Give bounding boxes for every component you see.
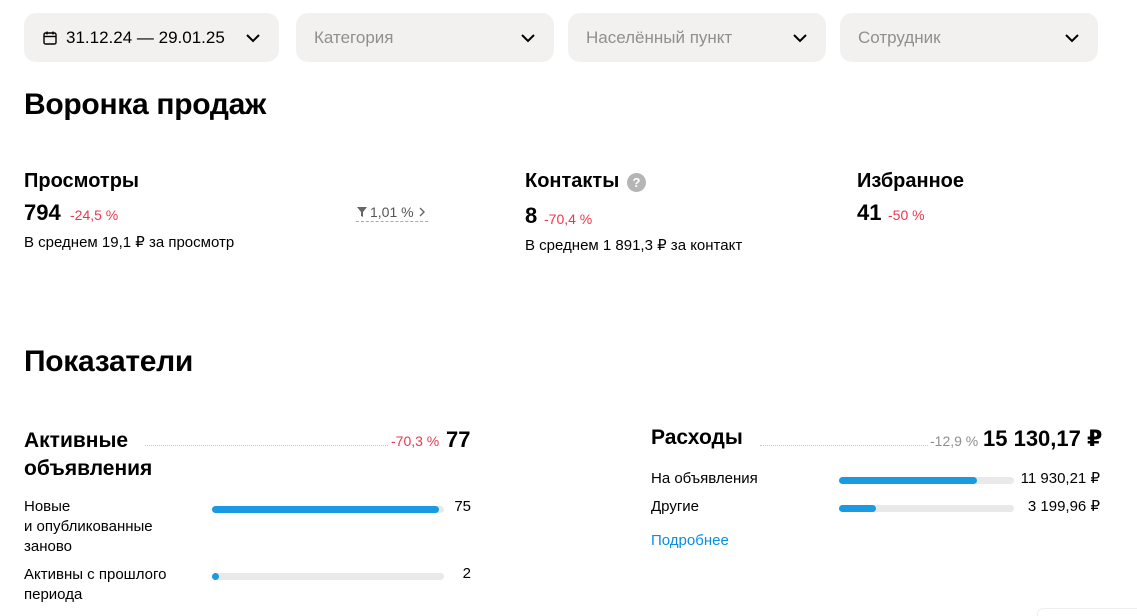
active-listings-label-line2: объявления (24, 457, 153, 480)
help-icon[interactable]: ? (627, 173, 646, 192)
new-listings-label-line: Новые (24, 498, 71, 515)
funnel-title: Воронка продаж (24, 88, 266, 121)
active-listings-label: Активные объявления (24, 427, 152, 483)
category-filter-label: Категория (314, 27, 394, 47)
contacts-label: Контакты (525, 170, 620, 192)
ads-expense-label: На объявления (651, 470, 758, 487)
funnel-icon (357, 207, 367, 217)
employee-filter-label: Сотрудник (858, 27, 941, 47)
active-listings-delta: -70,3 % (391, 433, 440, 449)
conversion-value: 1,01 % (370, 204, 414, 220)
other-expense-value: 3 199,96 ₽ (1027, 498, 1100, 515)
expenses-label: Расходы (651, 426, 743, 449)
carried-listings-bar-fill (212, 573, 219, 580)
ads-expense-bar (839, 477, 1014, 484)
panel-corner (1037, 608, 1137, 616)
contacts-delta: -70,4 % (544, 211, 593, 227)
carried-listings-label-line: периода (24, 586, 83, 603)
views-average: В среднем 19,1 ₽ за просмотр (24, 234, 235, 251)
other-expense-bar (839, 505, 1014, 512)
chevron-right-icon (419, 207, 425, 217)
metrics-title: Показатели (24, 345, 194, 378)
date-range-filter[interactable]: 31.12.24 — 29.01.25 (24, 13, 279, 62)
carried-listings-label-line: Активны с прошлого (24, 566, 167, 583)
expenses-value: 15 130,17 ₽ (983, 426, 1103, 451)
city-filter[interactable]: Населённый пункт (568, 13, 826, 62)
chevron-down-icon (246, 33, 260, 42)
carried-listings-label: Активны с прошлого периода (24, 565, 166, 605)
new-listings-value: 75 (454, 498, 471, 515)
favorites-value: 41 (857, 200, 882, 225)
date-range-value: 31.12.24 — 29.01.25 (66, 27, 225, 47)
expenses-delta: -12,9 % (930, 433, 979, 449)
new-listings-bar (212, 506, 444, 513)
favorites-delta: -50 % (888, 207, 925, 223)
ads-expense-value: 11 930,21 ₽ (1020, 470, 1100, 487)
leader-dots (760, 445, 928, 446)
carried-listings-value: 2 (462, 565, 471, 582)
calendar-icon (43, 31, 57, 45)
city-filter-label: Населённый пункт (586, 27, 733, 47)
active-listings-value: 77 (446, 427, 471, 452)
active-listings-label-line1: Активные (24, 429, 129, 452)
more-details-link[interactable]: Подробнее (651, 532, 729, 549)
chevron-down-icon (521, 33, 535, 42)
views-value: 794 (24, 200, 61, 225)
new-listings-bar-fill (212, 506, 440, 513)
conversion-link[interactable]: 1,01 % (356, 204, 428, 222)
chevron-down-icon (1065, 33, 1079, 42)
chevron-down-icon (793, 33, 807, 42)
new-listings-label-line: и опубликованные (24, 518, 153, 535)
ads-expense-bar-fill (839, 477, 978, 484)
views-delta: -24,5 % (70, 207, 119, 223)
other-expense-label: Другие (651, 498, 700, 515)
leader-dots (145, 445, 388, 446)
other-expense-bar-fill (839, 505, 876, 512)
category-filter[interactable]: Категория (296, 13, 554, 62)
new-listings-label-line: заново (24, 538, 72, 555)
favorites-label: Избранное (857, 170, 965, 192)
carried-listings-bar (212, 573, 444, 580)
views-label: Просмотры (24, 170, 140, 192)
new-listings-label: Новые и опубликованные заново (24, 497, 153, 557)
contacts-value: 8 (525, 203, 538, 228)
contacts-average: В среднем 1 891,3 ₽ за контакт (525, 237, 743, 254)
employee-filter[interactable]: Сотрудник (840, 13, 1098, 62)
